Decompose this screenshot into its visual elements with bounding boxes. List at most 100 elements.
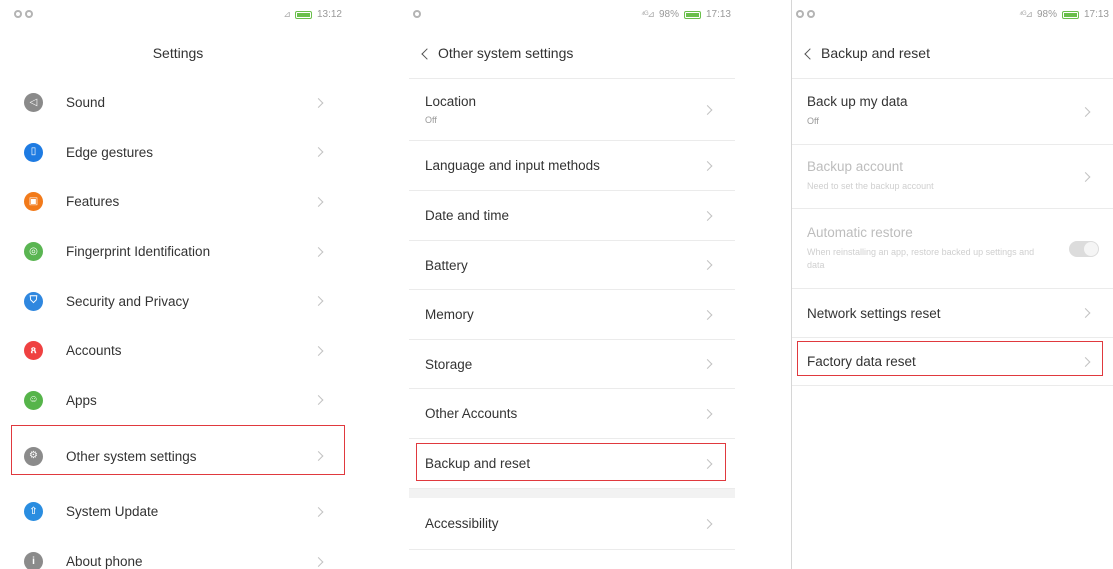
user-icon: ጸ (24, 341, 43, 361)
settings-item-factory-data-reset[interactable]: Factory data reset (792, 338, 1113, 386)
notification-icon (807, 10, 815, 18)
settings-item-label: Language and input methods (425, 158, 600, 173)
settings-item-other-system-settings[interactable]: ⚙ Other system settings (10, 425, 346, 487)
settings-item-description: When reinstalling an app, restore backed… (807, 246, 1035, 271)
chevron-right-icon (313, 345, 324, 356)
page-title: Settings (10, 28, 346, 78)
settings-item-label: Automatic restore (807, 224, 913, 240)
settings-item-backup-reset[interactable]: Backup and reset (409, 439, 735, 489)
status-time: 17:13 (1083, 9, 1109, 20)
settings-item-label: Edge gestures (66, 144, 154, 160)
battery-percent: 98% (1036, 9, 1057, 20)
settings-item-label: Backup and reset (425, 456, 531, 471)
settings-item-label: Apps (66, 392, 97, 408)
page-title: Backup and reset (821, 45, 930, 61)
signal-icon: ⁴ᴳ⊿ (1019, 9, 1033, 19)
settings-item-label: Network settings reset (807, 305, 941, 321)
page-title-text: Settings (152, 45, 204, 61)
fingerprint-icon: ◎ (24, 242, 43, 262)
chevron-right-icon (313, 395, 324, 406)
notification-icon (413, 10, 421, 18)
notification-icons (14, 10, 33, 18)
settings-item-value: Off (807, 116, 819, 127)
chevron-right-icon (313, 507, 324, 517)
back-arrow-icon[interactable] (804, 47, 816, 60)
settings-item-label: Memory (425, 307, 474, 322)
shield-icon: ⛉ (24, 291, 43, 311)
status-time: 13:12 (316, 9, 342, 20)
settings-item-label: Sound (66, 95, 106, 111)
info-icon: i (24, 552, 43, 569)
settings-item-accounts[interactable]: ጸ Accounts (10, 326, 346, 376)
chevron-right-icon (313, 556, 324, 567)
settings-item-about-phone[interactable]: i About phone (10, 537, 346, 569)
backup-reset-screen: ⁴ᴳ⊿ 98% 17:13 Backup and reset Back up m… (791, 0, 1113, 569)
status-bar: ⁴ᴳ⊿ 98% 17:13 (409, 0, 735, 28)
edge-gesture-icon: ▯ (24, 142, 43, 162)
settings-item-sound[interactable]: ◁ Sound (10, 78, 346, 128)
settings-item-features[interactable]: ▣ Features (10, 177, 346, 227)
settings-screen: ⊿ 13:12 Settings ◁ Sound ▯ Edge gestures… (10, 0, 346, 569)
chevron-right-icon (313, 296, 324, 307)
battery-percent: 98% (658, 9, 679, 20)
settings-item-network-settings-reset[interactable]: Network settings reset (792, 289, 1113, 338)
battery-icon (683, 10, 701, 19)
settings-item-label: Factory data reset (807, 354, 916, 369)
settings-item-battery[interactable]: Battery (409, 241, 735, 290)
settings-item-memory[interactable]: Memory (409, 290, 735, 340)
header-bar[interactable]: Backup and reset (792, 28, 1113, 78)
chevron-right-icon (313, 147, 324, 158)
settings-item-backup-account: Backup account Need to set the backup ac… (792, 145, 1113, 209)
settings-item-label: Date and time (425, 208, 510, 223)
settings-item-label: Backup account (807, 159, 904, 175)
settings-list: Location Off Language and input methods … (409, 78, 735, 550)
settings-item-storage[interactable]: Storage (409, 340, 735, 389)
settings-item-security-privacy[interactable]: ⛉ Security and Privacy (10, 276, 346, 326)
settings-item-label: Storage (425, 356, 473, 372)
settings-item-edge-gestures[interactable]: ▯ Edge gestures (10, 128, 346, 178)
status-bar: ⊿ 13:12 (10, 0, 346, 28)
settings-item-label: Battery (425, 257, 468, 273)
status-time: 17:13 (705, 9, 731, 20)
notification-icons (796, 10, 815, 18)
settings-list: Back up my data Off Backup account Need … (792, 78, 1113, 386)
speaker-icon: ◁ (24, 93, 43, 113)
notification-icon (796, 10, 804, 18)
back-arrow-icon[interactable] (421, 47, 433, 60)
chevron-right-icon (313, 97, 324, 108)
settings-item-label: Accounts (66, 343, 122, 359)
status-bar: ⁴ᴳ⊿ 98% 17:13 (792, 0, 1113, 28)
chevron-right-icon (313, 246, 324, 257)
settings-item-label: Accessibility (425, 516, 499, 531)
features-icon: ▣ (24, 192, 43, 212)
settings-item-back-up-my-data[interactable]: Back up my data Off (792, 79, 1113, 145)
settings-item-label: Security and Privacy (66, 293, 190, 309)
signal-icon: ⁴ᴳ⊿ (641, 9, 655, 19)
notification-icon (14, 10, 22, 18)
gear-icon: ⚙ (24, 446, 43, 466)
settings-item-system-update[interactable]: ⇧ System Update (10, 487, 346, 537)
settings-item-description: Need to set the backup account (807, 181, 934, 192)
settings-item-location[interactable]: Location Off (409, 79, 735, 141)
settings-item-fingerprint[interactable]: ◎ Fingerprint Identification (10, 227, 346, 277)
settings-item-date-time[interactable]: Date and time (409, 191, 735, 241)
settings-item-apps[interactable]: ☺ Apps (10, 376, 346, 426)
settings-list: ◁ Sound ▯ Edge gestures ▣ Features ◎ Fin… (10, 78, 346, 569)
signal-icon: ⊿ (283, 9, 290, 19)
page-title: Other system settings (438, 45, 574, 61)
header-bar[interactable]: Other system settings (409, 28, 735, 78)
settings-item-other-accounts[interactable]: Other Accounts (409, 389, 735, 439)
settings-item-label: About phone (66, 554, 143, 569)
battery-icon (294, 10, 312, 19)
settings-item-accessibility[interactable]: Accessibility (409, 498, 735, 550)
settings-item-label: System Update (66, 504, 159, 520)
notification-icons (413, 10, 421, 18)
settings-item-value: Off (425, 115, 437, 125)
battery-icon (1061, 10, 1079, 19)
other-system-settings-screen: ⁴ᴳ⊿ 98% 17:13 Other system settings Loca… (409, 0, 735, 569)
android-icon: ☺ (24, 390, 43, 410)
notification-icon (25, 10, 33, 18)
settings-item-label: Features (66, 194, 120, 210)
chevron-right-icon (313, 451, 324, 462)
settings-item-language-input[interactable]: Language and input methods (409, 141, 735, 191)
